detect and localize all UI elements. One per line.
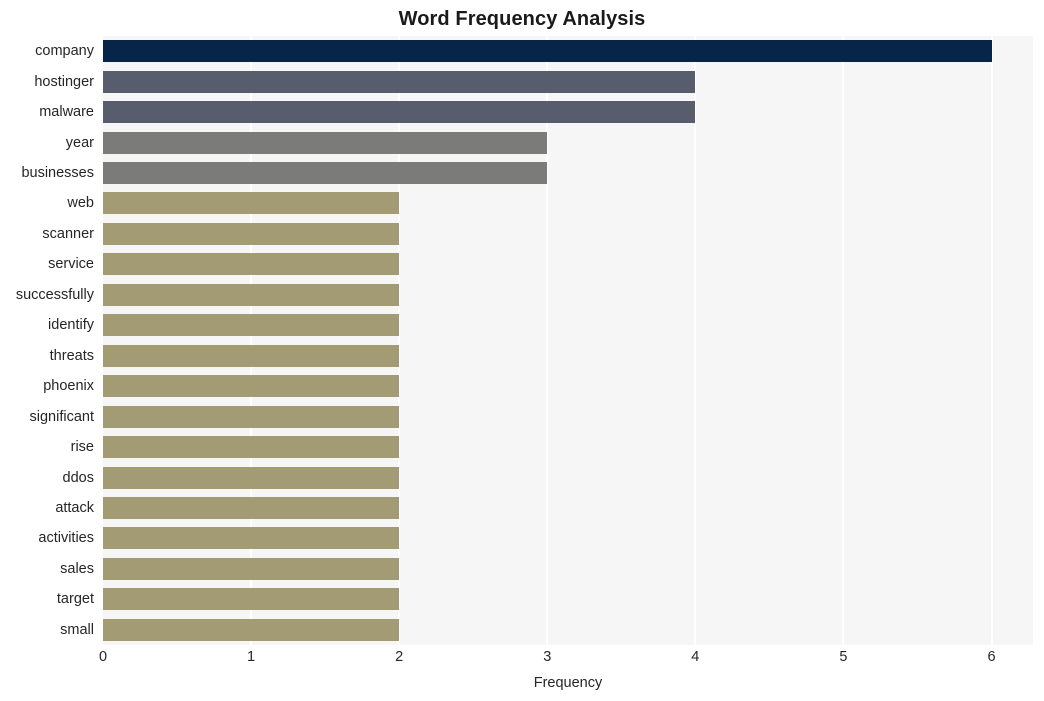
gridline: [842, 36, 845, 645]
gridline: [694, 36, 697, 645]
x-axis-tick-labels: 0 1 2 3 4 5 6: [99, 648, 1033, 670]
bar-row: [103, 283, 1033, 306]
bar-row: [103, 162, 1033, 185]
y-axis-tick-label: hostinger: [34, 73, 94, 90]
bar-row: [103, 192, 1033, 215]
x-axis-tick-label: 3: [543, 649, 552, 665]
bar-row: [103, 344, 1033, 367]
bar: [103, 283, 400, 306]
bar: [103, 253, 400, 276]
bar: [103, 101, 696, 124]
bar-row: [103, 253, 1033, 276]
y-axis-tick-label: service: [48, 256, 94, 273]
y-axis-tick-label: activities: [38, 530, 94, 547]
bar: [103, 222, 400, 245]
bar-row: [103, 557, 1033, 580]
y-axis-tick-label: businesses: [21, 165, 94, 182]
bar-row: [103, 466, 1033, 489]
x-axis-tick-label: 1: [247, 649, 256, 665]
gridline: [250, 36, 253, 645]
gridline: [546, 36, 549, 645]
bar: [103, 527, 400, 550]
bar: [103, 588, 400, 611]
y-axis-tick-label: rise: [70, 439, 94, 456]
x-axis-tick-label: 2: [395, 649, 404, 665]
x-axis-tick-label: 4: [691, 649, 700, 665]
y-axis-tick-label: small: [60, 621, 94, 638]
bar-row: [103, 527, 1033, 550]
y-axis-tick-label: sales: [60, 560, 94, 577]
x-axis-tick-label: 5: [839, 649, 848, 665]
bar: [103, 466, 400, 489]
x-axis-tick-label: 0: [98, 649, 108, 665]
bar: [103, 344, 400, 367]
bar-row: [103, 405, 1033, 428]
y-axis-tick-labels: company hostinger malware year businesses web…: [0, 36, 99, 645]
y-axis-tick-label: ddos: [62, 469, 94, 486]
y-axis-tick-label: attack: [55, 499, 94, 516]
bar: [103, 40, 992, 63]
y-axis-tick-label: threats: [49, 347, 94, 364]
y-axis-tick-label: target: [56, 591, 94, 608]
bar: [103, 192, 400, 215]
bar: [103, 314, 400, 337]
y-axis-tick-label: malware: [39, 104, 94, 121]
bar-row: [103, 314, 1033, 337]
bar: [103, 131, 548, 154]
bar: [103, 405, 400, 428]
y-axis-tick-label: significant: [29, 408, 94, 425]
bar-row: [103, 618, 1033, 641]
bar-row: [103, 222, 1033, 245]
bar: [103, 375, 400, 398]
bar-row: [103, 588, 1033, 611]
gridline: [398, 36, 401, 645]
bar-row: [103, 436, 1033, 459]
bar-row: [103, 101, 1033, 124]
x-axis-tick-label: 6: [987, 649, 996, 665]
y-axis-tick-label: web: [67, 195, 94, 212]
bar: [103, 557, 400, 580]
gridline: [990, 36, 993, 645]
chart-title: Word Frequency Analysis: [398, 8, 646, 30]
bar-row: [103, 496, 1033, 519]
bar: [103, 496, 400, 519]
word-frequency-chart: Word Frequency Analysis company hostinger…: [0, 0, 1044, 701]
bar-row: [103, 40, 1033, 63]
y-axis-tick-label: successfully: [15, 286, 94, 303]
bar: [103, 618, 400, 641]
y-axis-tick-label: year: [65, 134, 94, 151]
bar: [103, 162, 548, 185]
y-axis-tick-label: scanner: [42, 225, 94, 242]
bar: [103, 436, 400, 459]
plot-area: [103, 36, 1033, 645]
x-axis-label: Frequency: [533, 675, 603, 691]
bar-row: [103, 375, 1033, 398]
bar-row: [103, 131, 1033, 154]
bar: [103, 70, 696, 93]
y-axis-tick-label: phoenix: [43, 378, 94, 395]
y-axis-tick-label: company: [35, 43, 94, 60]
y-axis-tick-label: identify: [48, 317, 94, 334]
bar-row: [103, 70, 1033, 93]
